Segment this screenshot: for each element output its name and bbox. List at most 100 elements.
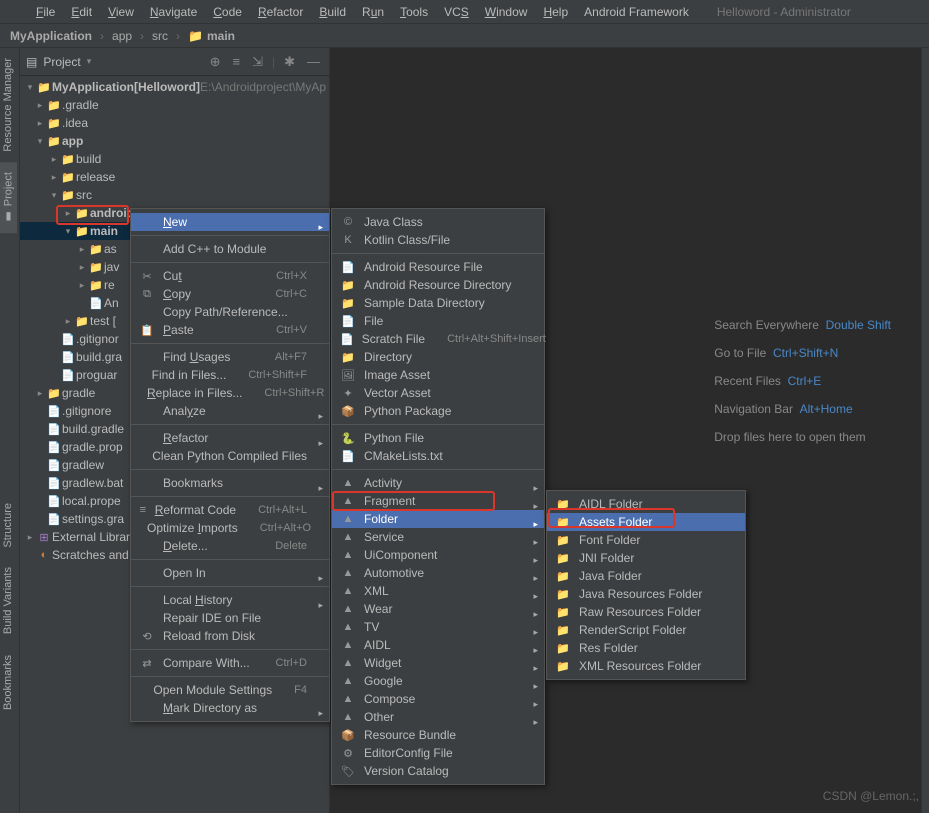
menu-item[interactable]: 📁Sample Data Directory [332, 294, 544, 312]
menu-item[interactable]: ▲UiComponent [332, 546, 544, 564]
expand-icon[interactable]: ⇲ [249, 54, 266, 70]
menu-item[interactable]: 📁Android Resource Directory [332, 276, 544, 294]
menu-item[interactable]: Optimize ImportsCtrl+Alt+O [131, 519, 329, 537]
menu-view[interactable]: View [102, 3, 140, 21]
menu-item[interactable]: ⚙EditorConfig File [332, 744, 544, 762]
collapse-icon[interactable]: ≡ [229, 54, 243, 69]
menu-item[interactable]: ▲Fragment [332, 492, 544, 510]
context-menu-main[interactable]: New Add C++ to Module ✂CutCtrl+X⧉CopyCtrl+… [130, 208, 330, 722]
menu-item[interactable]: 📁Raw Resources Folder [547, 603, 745, 621]
menu-item[interactable]: Local History [131, 591, 329, 609]
menu-item[interactable]: Delete...Delete [131, 537, 329, 555]
menu-item[interactable]: ⇄Compare With...Ctrl+D [131, 654, 329, 672]
tab-bookmarks[interactable]: Bookmarks [0, 645, 16, 720]
menu-item[interactable]: 📁Directory [332, 348, 544, 366]
tree-row[interactable]: ▾📁src [20, 186, 329, 204]
menu-item[interactable]: Open In [131, 564, 329, 582]
menu-item[interactable]: ▲Other [332, 708, 544, 726]
menu-item[interactable]: 📁Assets Folder [547, 513, 745, 531]
menu-item[interactable]: 📄CMakeLists.txt [332, 447, 544, 465]
menu-build[interactable]: Build [313, 3, 352, 21]
menu-item[interactable]: ▲XML [332, 582, 544, 600]
menu-item[interactable]: 📦Python Package [332, 402, 544, 420]
menu-item[interactable]: 📋PasteCtrl+V [131, 321, 329, 339]
tree-row[interactable]: ▸📁build [20, 150, 329, 168]
menu-android-framework[interactable]: Android Framework [578, 3, 695, 21]
menu-item[interactable]: New [131, 213, 329, 231]
menu-vcs[interactable]: VCS [438, 3, 475, 21]
tree-row[interactable]: ▾📁app [20, 132, 329, 150]
menu-item[interactable]: ▲TV [332, 618, 544, 636]
settings-icon[interactable]: ✱ [281, 54, 298, 70]
menu-item[interactable]: ▲Wear [332, 600, 544, 618]
menu-file[interactable]: File [30, 3, 61, 21]
project-combo-icon[interactable]: ▤ [26, 55, 37, 69]
menu-item[interactable]: ▲Automotive [332, 564, 544, 582]
menu-item[interactable]: Repair IDE on File [131, 609, 329, 627]
menu-item[interactable]: ▲Folder [332, 510, 544, 528]
menu-item[interactable]: Open Module SettingsF4 [131, 681, 329, 699]
menu-help[interactable]: Help [537, 3, 574, 21]
menu-item[interactable]: ⟲Reload from Disk [131, 627, 329, 645]
menu-item[interactable]: Mark Directory as [131, 699, 329, 717]
menu-run[interactable]: Run [356, 3, 390, 21]
menu-window[interactable]: Window [479, 3, 534, 21]
crumb-main[interactable]: main [207, 29, 235, 43]
menu-item[interactable]: 📁XML Resources Folder [547, 657, 745, 675]
menu-item[interactable]: ⧉CopyCtrl+C [131, 285, 329, 303]
menu-item[interactable]: 📁Res Folder [547, 639, 745, 657]
menu-code[interactable]: Code [207, 3, 248, 21]
menu-item[interactable]: ▲Activity [332, 474, 544, 492]
menu-item[interactable]: ▲Compose [332, 690, 544, 708]
tab-build-variants[interactable]: Build Variants [0, 557, 16, 644]
menu-item[interactable]: Add C++ to Module [131, 240, 329, 258]
menu-refactor[interactable]: Refactor [252, 3, 309, 21]
menu-item[interactable]: 📁Font Folder [547, 531, 745, 549]
menu-item[interactable]: ▲Google [332, 672, 544, 690]
menu-item[interactable]: 📄Scratch FileCtrl+Alt+Shift+Insert [332, 330, 544, 348]
tree-row[interactable]: ▾📁MyApplication [Helloword] E:\Androidpr… [20, 78, 329, 96]
tab-resource-manager[interactable]: Resource Manager [0, 48, 16, 162]
menu-item[interactable]: ▲Widget [332, 654, 544, 672]
menu-item[interactable]: KKotlin Class/File [332, 231, 544, 249]
menu-item[interactable]: Analyze [131, 402, 329, 420]
menu-item[interactable]: 📦Resource Bundle [332, 726, 544, 744]
menu-item[interactable]: Copy Path/Reference... [131, 303, 329, 321]
menu-item[interactable]: Bookmarks [131, 474, 329, 492]
menu-item[interactable]: 🏷Version Catalog [332, 762, 544, 780]
menu-item[interactable]: 📁JNI Folder [547, 549, 745, 567]
target-icon[interactable]: ⊕ [207, 54, 224, 70]
tree-row[interactable]: ▸📁.gradle [20, 96, 329, 114]
menu-item[interactable]: Clean Python Compiled Files [131, 447, 329, 465]
tab-project[interactable]: ▮ Project [0, 162, 17, 233]
crumb-app[interactable]: app [112, 29, 132, 43]
menu-item[interactable]: ≡Reformat CodeCtrl+Alt+L [131, 501, 329, 519]
crumb-src[interactable]: src [152, 29, 168, 43]
project-panel-title[interactable]: Project [43, 55, 80, 69]
submenu-folder[interactable]: 📁AIDL Folder📁Assets Folder📁Font Folder📁J… [546, 490, 746, 680]
crumb-root[interactable]: MyApplication [10, 29, 92, 43]
menu-item[interactable]: ▲AIDL [332, 636, 544, 654]
menu-item[interactable]: ✂CutCtrl+X [131, 267, 329, 285]
tab-structure[interactable]: Structure [0, 493, 16, 558]
menu-item[interactable]: 🐍Python File [332, 429, 544, 447]
menu-item[interactable]: 📁AIDL Folder [547, 495, 745, 513]
menu-item[interactable]: 📄Android Resource File [332, 258, 544, 276]
hide-icon[interactable]: — [304, 54, 323, 69]
tree-row[interactable]: ▸📁.idea [20, 114, 329, 132]
menu-item[interactable]: Find UsagesAlt+F7 [131, 348, 329, 366]
tree-row[interactable]: ▸📁release [20, 168, 329, 186]
menu-item[interactable]: Refactor [131, 429, 329, 447]
menu-edit[interactable]: Edit [65, 3, 98, 21]
menu-tools[interactable]: Tools [394, 3, 434, 21]
menu-item[interactable]: Replace in Files...Ctrl+Shift+R [131, 384, 329, 402]
menu-item[interactable]: 📄File [332, 312, 544, 330]
menu-item[interactable]: 📁Java Folder [547, 567, 745, 585]
menu-item[interactable]: ✦Vector Asset [332, 384, 544, 402]
menu-item[interactable]: 🖼Image Asset [332, 366, 544, 384]
menu-item[interactable]: 📁RenderScript Folder [547, 621, 745, 639]
menu-item[interactable]: 📁Java Resources Folder [547, 585, 745, 603]
submenu-new[interactable]: ©Java ClassKKotlin Class/File 📄Android Re… [331, 208, 545, 785]
menu-item[interactable]: Find in Files...Ctrl+Shift+F [131, 366, 329, 384]
menu-item[interactable]: ©Java Class [332, 213, 544, 231]
